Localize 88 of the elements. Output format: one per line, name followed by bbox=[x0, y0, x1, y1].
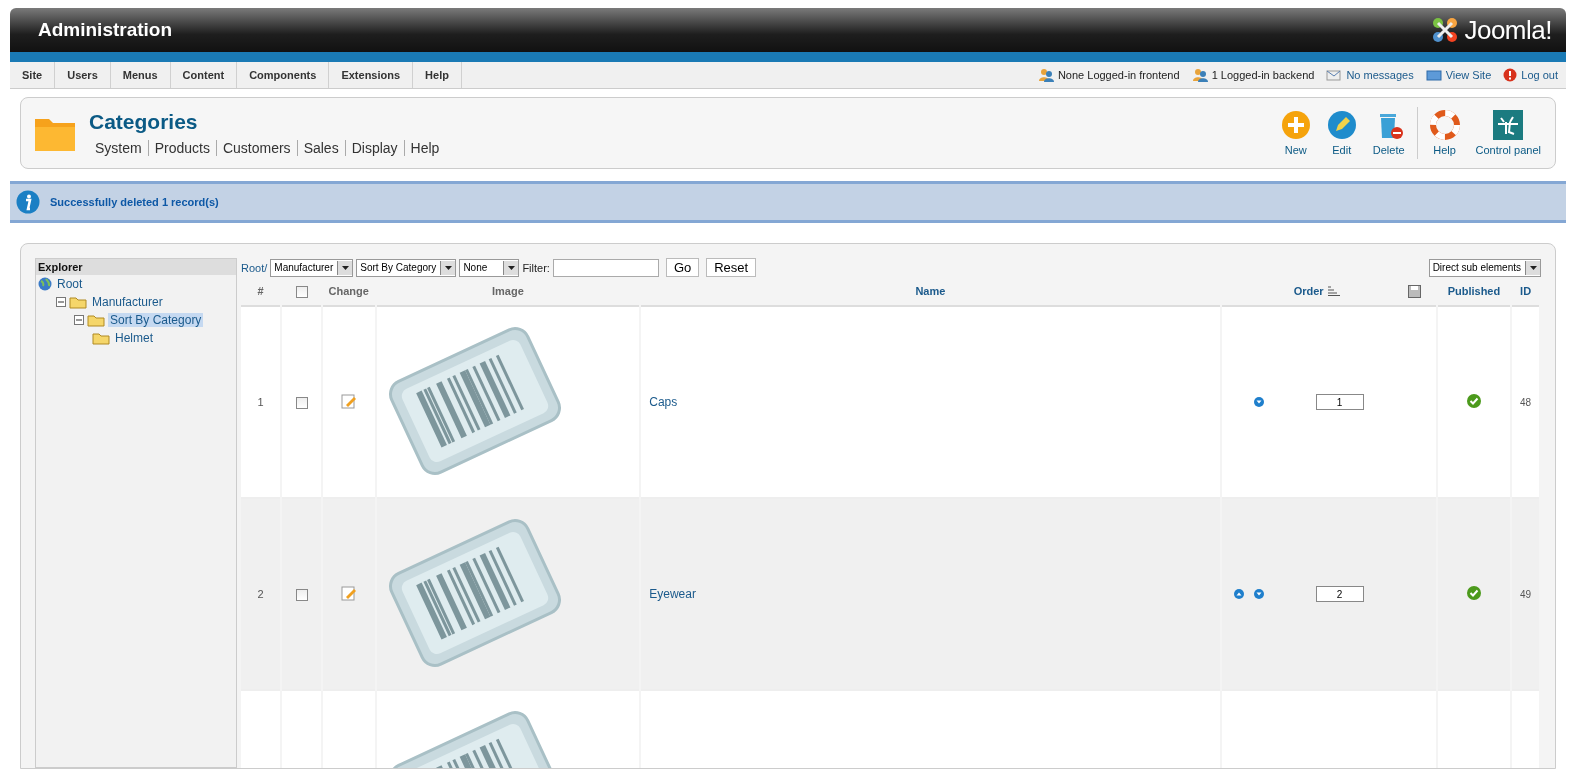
toolbar-button[interactable]: Delete bbox=[1364, 110, 1413, 156]
column-header-link[interactable]: Order bbox=[1293, 285, 1324, 297]
up-arrow-icon[interactable] bbox=[1233, 589, 1244, 599]
dropdown[interactable]: Sort By Category bbox=[356, 258, 457, 277]
menu-item[interactable]: Users bbox=[55, 62, 111, 88]
submenu-link[interactable]: Help bbox=[403, 140, 446, 156]
menu-item[interactable]: Components bbox=[237, 62, 330, 88]
caret-icon bbox=[444, 265, 452, 270]
menu-item[interactable]: Help bbox=[413, 62, 462, 88]
globe-icon bbox=[38, 277, 52, 291]
edit-note-icon[interactable] bbox=[340, 393, 357, 409]
dropdown[interactable]: Direct sub elements bbox=[1428, 258, 1541, 277]
control-panel-icon bbox=[1492, 110, 1525, 140]
status-text: 1 Logged-in backend bbox=[1211, 69, 1315, 81]
toolbar-button[interactable]: Control panel bbox=[1467, 110, 1549, 156]
edit-note-icon[interactable] bbox=[340, 585, 357, 601]
status-link[interactable]: View Site bbox=[1445, 69, 1492, 81]
submenu-link[interactable]: Products bbox=[147, 140, 216, 156]
caret-icon bbox=[507, 265, 515, 270]
dropdown[interactable]: None bbox=[459, 258, 520, 277]
monitor-icon bbox=[1425, 69, 1442, 81]
order-field[interactable]: 1 bbox=[1315, 394, 1364, 410]
users-icon bbox=[1037, 68, 1054, 82]
explorer-title: Explorer bbox=[36, 259, 236, 275]
down-arrow-icon[interactable] bbox=[1253, 397, 1264, 407]
checkbox[interactable] bbox=[295, 396, 308, 409]
submenu-link[interactable]: Display bbox=[344, 140, 404, 156]
column-header: Change bbox=[328, 285, 369, 297]
column-header: Image bbox=[492, 285, 524, 297]
collapse-icon[interactable] bbox=[56, 297, 66, 307]
menu-item[interactable]: Content bbox=[170, 62, 238, 88]
caret-icon bbox=[1529, 265, 1537, 270]
caret-icon bbox=[341, 265, 349, 270]
column-header-link[interactable]: Name bbox=[915, 285, 946, 297]
id-cell: 48 bbox=[1520, 397, 1532, 408]
dropdown[interactable]: Manufacturer bbox=[270, 258, 354, 277]
order-field[interactable]: 2 bbox=[1315, 586, 1364, 602]
column-header-link[interactable]: ID bbox=[1520, 285, 1532, 297]
collapse-icon[interactable] bbox=[74, 315, 84, 325]
toolbar-button[interactable]: New bbox=[1272, 110, 1319, 156]
pencil-icon bbox=[1326, 110, 1357, 140]
menu-item[interactable]: Extensions bbox=[329, 62, 414, 88]
path-link[interactable]: Root/ bbox=[241, 261, 268, 274]
down-arrow-icon[interactable] bbox=[1253, 589, 1264, 599]
row-number: 1 bbox=[257, 396, 264, 408]
users-icon bbox=[1191, 68, 1208, 82]
lifebuoy-icon bbox=[1429, 110, 1460, 140]
id-cell: 49 bbox=[1520, 589, 1532, 600]
page-title: Categories bbox=[89, 110, 199, 134]
menu-item[interactable]: Site bbox=[10, 62, 56, 88]
tree-item[interactable]: Sort By Category bbox=[108, 313, 204, 327]
filter-field[interactable] bbox=[552, 258, 659, 277]
folder-icon bbox=[69, 295, 87, 309]
category-name-link[interactable]: Caps bbox=[649, 395, 678, 409]
logout-icon bbox=[1503, 68, 1518, 82]
status-text: None Logged-in frontend bbox=[1057, 69, 1180, 81]
tree-item[interactable]: Helmet bbox=[113, 331, 155, 345]
submenu-link[interactable]: Customers bbox=[215, 140, 297, 156]
tree-item[interactable]: Root bbox=[55, 277, 85, 291]
filter-label: Filter: bbox=[522, 261, 550, 274]
menu-item[interactable]: Menus bbox=[110, 62, 171, 88]
toolbar-button[interactable]: Help bbox=[1421, 110, 1468, 156]
info-icon bbox=[16, 190, 40, 214]
go-button[interactable]: Go bbox=[665, 258, 700, 277]
toolbar-button[interactable]: Edit bbox=[1318, 110, 1365, 156]
header-title: Administration bbox=[38, 19, 173, 41]
save-icon[interactable] bbox=[1407, 284, 1421, 298]
category-name-link[interactable]: Eyewear bbox=[649, 587, 696, 601]
plus-icon bbox=[1280, 110, 1311, 140]
checkbox[interactable] bbox=[295, 285, 308, 298]
reset-button[interactable]: Reset bbox=[706, 258, 757, 277]
envelope-icon bbox=[1326, 69, 1343, 81]
folder-icon bbox=[92, 331, 110, 345]
submenu-link[interactable]: Sales bbox=[296, 140, 345, 156]
checkbox[interactable] bbox=[295, 588, 308, 601]
check-icon[interactable] bbox=[1466, 586, 1481, 600]
folder-icon bbox=[87, 313, 105, 327]
logo-text: Joomla! bbox=[1464, 14, 1552, 46]
sort-icon bbox=[1327, 286, 1340, 296]
status-link[interactable]: Log out bbox=[1521, 69, 1558, 81]
column-header: # bbox=[257, 285, 264, 297]
status-message: Successfully deleted 1 record(s) bbox=[50, 196, 219, 208]
tree-item[interactable]: Manufacturer bbox=[90, 295, 165, 309]
check-icon[interactable] bbox=[1466, 394, 1481, 408]
column-header-link[interactable]: Published bbox=[1447, 285, 1501, 297]
status-link[interactable]: No messages bbox=[1346, 69, 1414, 81]
row-number: 2 bbox=[257, 588, 264, 600]
submenu-link[interactable]: System bbox=[89, 140, 148, 156]
